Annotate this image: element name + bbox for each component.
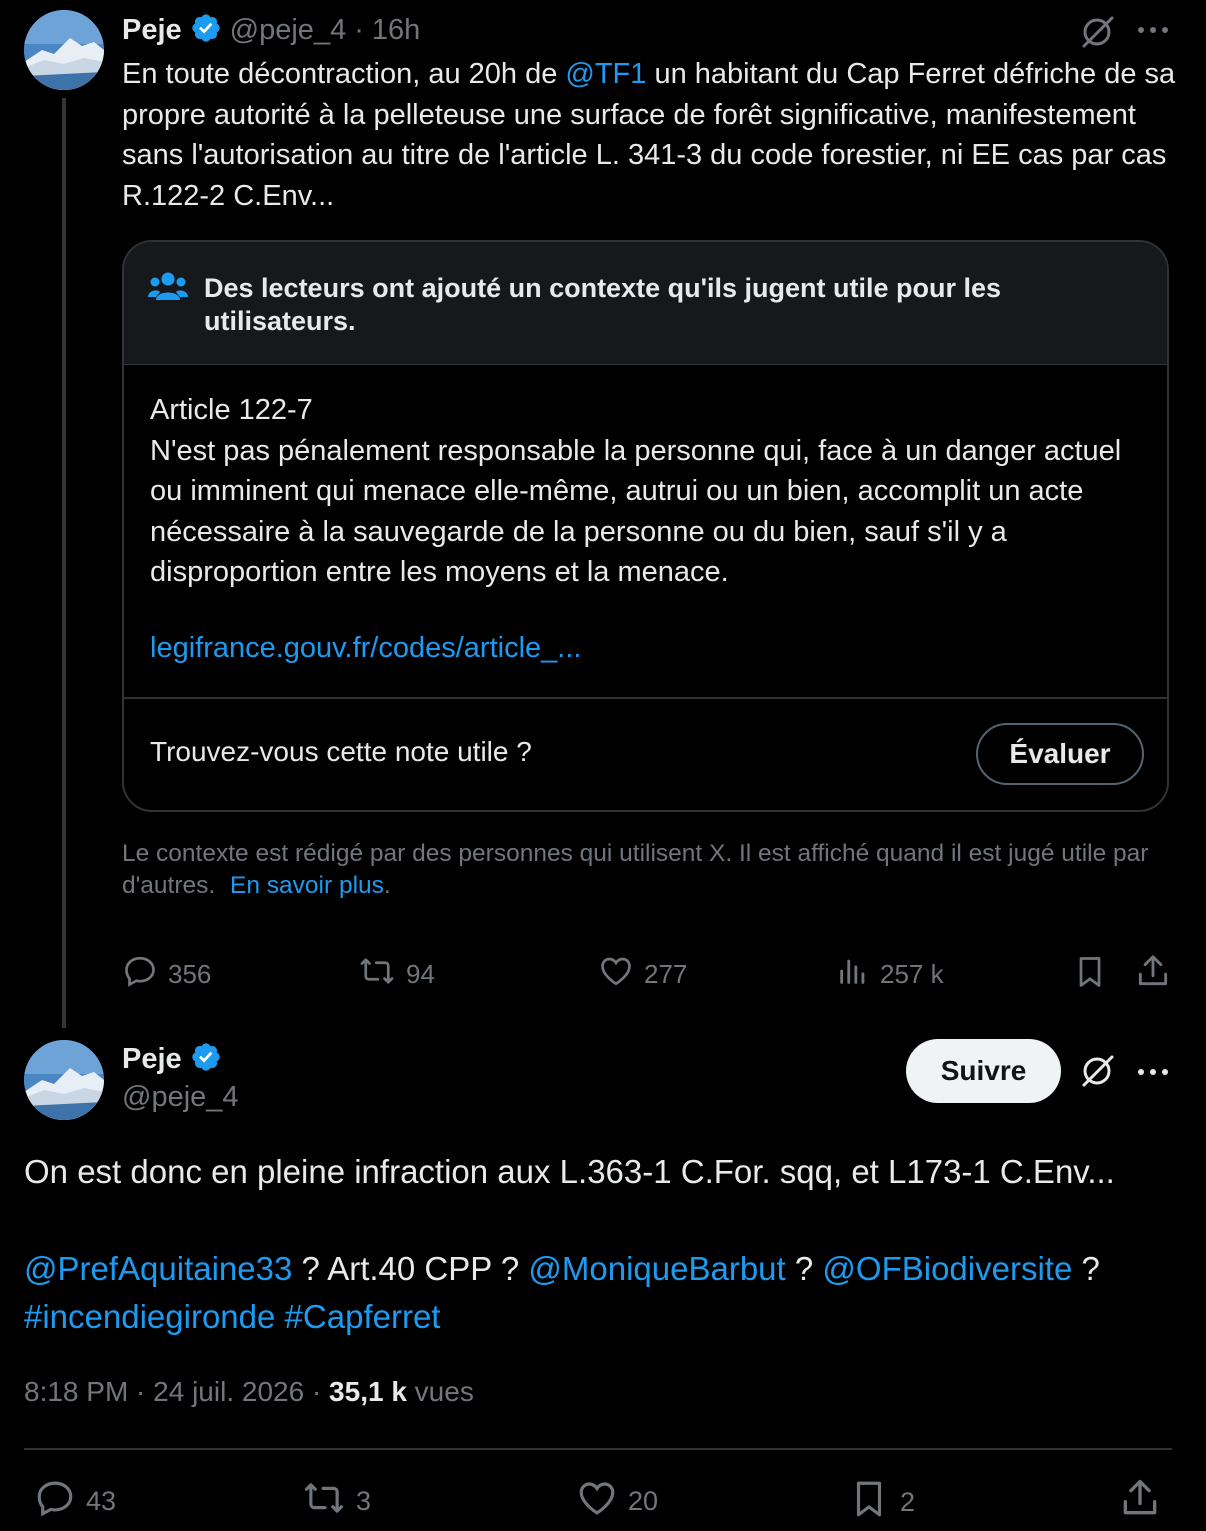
repost-icon	[302, 1477, 356, 1526]
grok-icon[interactable]	[1078, 1051, 1118, 1096]
like-count: 277	[644, 959, 688, 989]
mention-link[interactable]: @MoniqueBarbut	[528, 1250, 785, 1287]
note-header: Des lecteurs ont ajouté un contexte qu'i…	[124, 242, 1167, 365]
note-disclaimer: Le contexte est rédigé par des personnes…	[122, 838, 1172, 902]
tweet-time[interactable]: · 16h	[354, 14, 420, 47]
avatar[interactable]	[24, 10, 104, 90]
disclaimer-suffix: .	[383, 872, 391, 899]
like-button[interactable]: 20	[576, 1477, 658, 1526]
bookmark-icon[interactable]	[1072, 953, 1108, 996]
divider	[24, 1448, 1172, 1450]
tweet-text-part: ? Art.40 CPP ?	[292, 1250, 529, 1287]
mention-link[interactable]: @OFBiodiversite	[822, 1250, 1072, 1287]
repost-icon	[358, 953, 406, 996]
like-icon	[576, 1477, 628, 1526]
repost-count: 94	[406, 959, 435, 989]
verified-icon	[190, 1041, 222, 1078]
repost-count: 3	[356, 1486, 372, 1516]
note-body: Article 122-7 N'est pas pénalement respo…	[150, 390, 1140, 593]
avatar[interactable]	[24, 1040, 104, 1120]
tweet-header: Peje @peje_4 · 16h	[122, 12, 420, 49]
community-icon	[148, 270, 188, 309]
like-button[interactable]: 277	[598, 953, 687, 996]
community-note: Des lecteurs ont ajouté un contexte qu'i…	[122, 240, 1169, 812]
tweet-text-line1: On est donc en pleine infraction aux L.3…	[24, 1153, 1115, 1190]
author-handle[interactable]: @peje_4	[230, 14, 347, 47]
more-icon[interactable]	[1136, 18, 1170, 47]
note-title: Article 122-7	[150, 394, 313, 426]
bookmark-button[interactable]: 2	[848, 1477, 915, 1528]
views-count: 257 k	[880, 959, 944, 989]
reply-button[interactable]: 43	[34, 1477, 116, 1526]
mention-link[interactable]: @TF1	[565, 58, 646, 90]
views-icon	[836, 953, 880, 996]
divider	[124, 697, 1167, 699]
author-name[interactable]: Peje	[122, 1043, 182, 1076]
views-button[interactable]: 257 k	[836, 953, 944, 996]
bookmark-count: 2	[900, 1487, 916, 1517]
reply-button[interactable]: 356	[122, 953, 211, 996]
tweet-text-part: En toute décontraction, au 20h de	[122, 58, 566, 90]
tweet-meta: 8:18 PM · 24 juil. 2026 · 35,1 k vues	[24, 1376, 474, 1408]
rate-button[interactable]: Évaluer	[976, 723, 1144, 785]
thread-line	[62, 98, 66, 1028]
reply-icon	[34, 1477, 86, 1526]
hashtag-link[interactable]: #incendiegironde	[24, 1298, 275, 1335]
like-icon	[598, 953, 644, 996]
author-name[interactable]: Peje	[122, 14, 182, 47]
author-name-row: Peje	[122, 1041, 222, 1078]
tweet-text-part: ?	[785, 1250, 823, 1287]
reply-count: 43	[86, 1486, 117, 1516]
mention-link[interactable]: @PrefAquitaine33	[24, 1250, 292, 1287]
note-text: N'est pas pénalement responsable la pers…	[150, 434, 1122, 589]
share-icon[interactable]	[1134, 951, 1172, 996]
repost-button[interactable]: 94	[358, 953, 435, 996]
author-handle[interactable]: @peje_4	[122, 1081, 239, 1114]
repost-button[interactable]: 3	[302, 1477, 371, 1526]
views-count: 35,1 k	[329, 1376, 407, 1407]
like-count: 20	[628, 1486, 659, 1516]
reply-icon	[122, 953, 168, 996]
share-icon[interactable]	[1118, 1475, 1162, 1526]
note-question: Trouvez-vous cette note utile ?	[150, 736, 532, 767]
verified-icon	[190, 12, 222, 49]
reply-count: 356	[168, 959, 212, 989]
tweet-text: En toute décontraction, au 20h de @TF1 u…	[122, 54, 1182, 216]
timestamp[interactable]: 8:18 PM · 24 juil. 2026 ·	[24, 1376, 329, 1407]
grok-icon[interactable]	[1078, 12, 1118, 57]
follow-button[interactable]: Suivre	[906, 1039, 1061, 1103]
tweet-text-mentions: @PrefAquitaine33 ? Art.40 CPP ? @Monique…	[24, 1245, 1194, 1341]
tweet-text-part: ?	[1072, 1250, 1100, 1287]
more-icon[interactable]	[1136, 1060, 1170, 1089]
hashtag-link[interactable]: #Capferret	[285, 1298, 441, 1335]
note-header-text: Des lecteurs ont ajouté un contexte qu'i…	[204, 273, 1002, 336]
bookmark-icon	[848, 1477, 900, 1528]
note-source-link[interactable]: legifrance.gouv.fr/codes/article_...	[150, 632, 581, 665]
learn-more-link[interactable]: En savoir plus	[230, 872, 384, 899]
views-label: vues	[406, 1376, 474, 1407]
